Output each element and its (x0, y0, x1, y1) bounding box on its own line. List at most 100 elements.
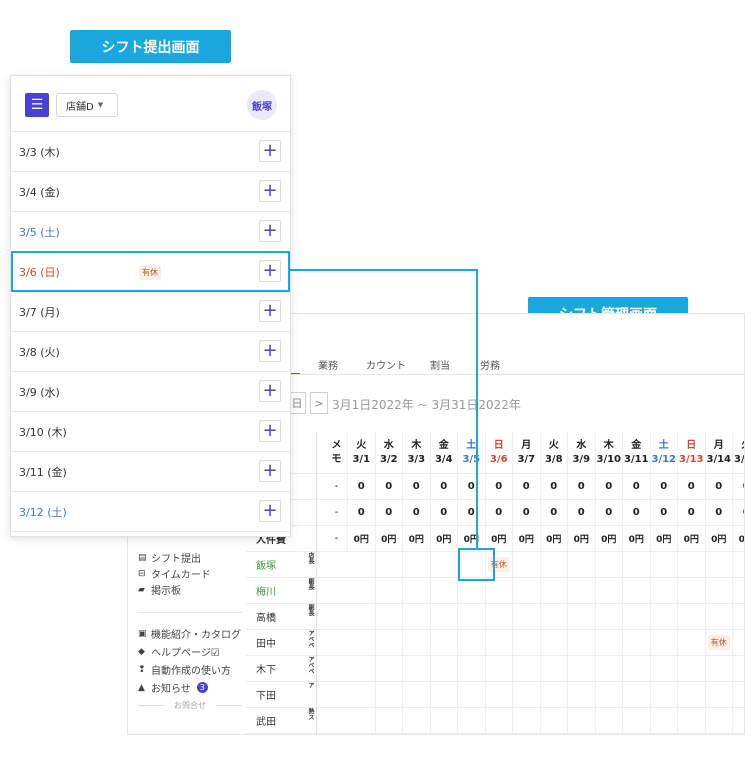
contact-link[interactable]: お問合せ (138, 700, 242, 711)
shift-cell[interactable] (623, 604, 651, 629)
add-shift-button[interactable]: + (259, 340, 281, 362)
shift-cell[interactable] (431, 708, 458, 733)
shift-cell[interactable] (651, 604, 678, 629)
shift-cell[interactable] (651, 656, 678, 681)
shift-cell[interactable] (733, 552, 744, 577)
add-shift-button[interactable]: + (259, 420, 281, 442)
shift-cell[interactable] (596, 578, 623, 603)
shift-cell[interactable] (458, 630, 486, 655)
shift-cell[interactable] (706, 682, 733, 707)
shift-cell[interactable] (651, 630, 678, 655)
shift-cell[interactable] (568, 630, 596, 655)
add-shift-button[interactable]: + (259, 300, 281, 322)
shift-cell[interactable] (486, 682, 513, 707)
shift-cell[interactable] (403, 578, 431, 603)
shift-cell[interactable] (623, 630, 651, 655)
staff-name[interactable]: 田中 (256, 630, 276, 655)
shift-cell[interactable] (568, 604, 596, 629)
shift-cell[interactable] (513, 604, 541, 629)
shift-cell[interactable] (486, 604, 513, 629)
shift-cell[interactable] (348, 682, 376, 707)
shift-cell[interactable] (513, 630, 541, 655)
shift-cell[interactable] (678, 656, 706, 681)
shift-cell[interactable] (596, 656, 623, 681)
shift-cell[interactable] (486, 708, 513, 733)
shift-cell[interactable] (651, 708, 678, 733)
add-shift-button[interactable]: + (259, 140, 281, 162)
shift-cell[interactable] (376, 656, 403, 681)
shift-cell[interactable] (431, 682, 458, 707)
shift-cell[interactable] (623, 656, 651, 681)
shift-cell[interactable] (733, 656, 744, 681)
shift-cell[interactable] (678, 578, 706, 603)
shift-cell[interactable] (596, 682, 623, 707)
shift-cell[interactable] (431, 656, 458, 681)
shift-cell[interactable]: 有休 (706, 630, 733, 655)
shift-cell[interactable] (678, 682, 706, 707)
shift-cell[interactable] (348, 578, 376, 603)
shift-cell[interactable] (403, 682, 431, 707)
shift-cell[interactable] (678, 708, 706, 733)
shift-cell[interactable] (651, 682, 678, 707)
shift-cell[interactable] (568, 656, 596, 681)
shift-cell[interactable] (486, 630, 513, 655)
shift-cell[interactable] (706, 708, 733, 733)
shift-cell[interactable] (431, 578, 458, 603)
staff-name[interactable]: 飯塚 (256, 552, 276, 577)
shift-cell[interactable] (541, 708, 568, 733)
shift-cell[interactable] (651, 578, 678, 603)
shift-cell[interactable] (623, 682, 651, 707)
shift-cell[interactable] (376, 708, 403, 733)
shift-cell[interactable] (568, 552, 596, 577)
shift-cell[interactable] (403, 630, 431, 655)
shift-cell[interactable] (376, 682, 403, 707)
shift-cell[interactable] (678, 604, 706, 629)
shift-cell[interactable] (348, 656, 376, 681)
shift-cell[interactable] (431, 630, 458, 655)
menu-icon[interactable]: ☰ (25, 93, 49, 117)
shift-cell[interactable] (733, 578, 744, 603)
shift-cell[interactable] (596, 552, 623, 577)
store-select[interactable]: 店舗D ▼ (56, 93, 118, 117)
shift-cell[interactable] (541, 682, 568, 707)
sidebar-item[interactable]: ▤ シフト提出 (138, 550, 201, 566)
shift-cell[interactable] (541, 604, 568, 629)
shift-cell[interactable] (376, 578, 403, 603)
shift-cell[interactable] (678, 552, 706, 577)
shift-cell[interactable] (733, 708, 744, 733)
add-shift-button[interactable]: + (259, 380, 281, 402)
shift-cell[interactable] (678, 630, 706, 655)
shift-cell[interactable] (541, 578, 568, 603)
shift-cell[interactable] (513, 578, 541, 603)
staff-name[interactable]: 高橋 (256, 604, 276, 629)
shift-cell[interactable] (596, 604, 623, 629)
shift-cell[interactable] (513, 656, 541, 681)
shift-cell[interactable] (348, 708, 376, 733)
shift-cell[interactable] (513, 682, 541, 707)
shift-cell[interactable] (513, 708, 541, 733)
shift-cell[interactable] (403, 656, 431, 681)
sidebar-item[interactable]: ❢ 自動作成の使い方 (138, 662, 231, 678)
shift-cell[interactable] (376, 552, 403, 577)
add-shift-button[interactable]: + (259, 220, 281, 242)
shift-cell[interactable] (733, 630, 744, 655)
shift-cell[interactable] (486, 578, 513, 603)
avatar[interactable]: 飯塚 (247, 90, 277, 120)
shift-cell[interactable] (458, 708, 486, 733)
shift-cell[interactable] (348, 552, 376, 577)
add-shift-button[interactable]: + (259, 460, 281, 482)
shift-cell[interactable] (568, 708, 596, 733)
shift-cell[interactable] (348, 630, 376, 655)
sidebar-item[interactable]: ◆ ヘルプページ☑ (138, 644, 220, 660)
shift-cell[interactable] (623, 708, 651, 733)
shift-cell[interactable] (431, 552, 458, 577)
shift-cell[interactable] (706, 656, 733, 681)
shift-cell[interactable] (596, 630, 623, 655)
sidebar-item[interactable]: ▰ 掲示板 (138, 582, 181, 598)
shift-cell[interactable] (458, 682, 486, 707)
shift-cell[interactable] (486, 656, 513, 681)
shift-cell[interactable] (541, 656, 568, 681)
staff-name[interactable]: 下田 (256, 682, 276, 707)
shift-cell[interactable] (568, 682, 596, 707)
shift-cell[interactable] (568, 578, 596, 603)
